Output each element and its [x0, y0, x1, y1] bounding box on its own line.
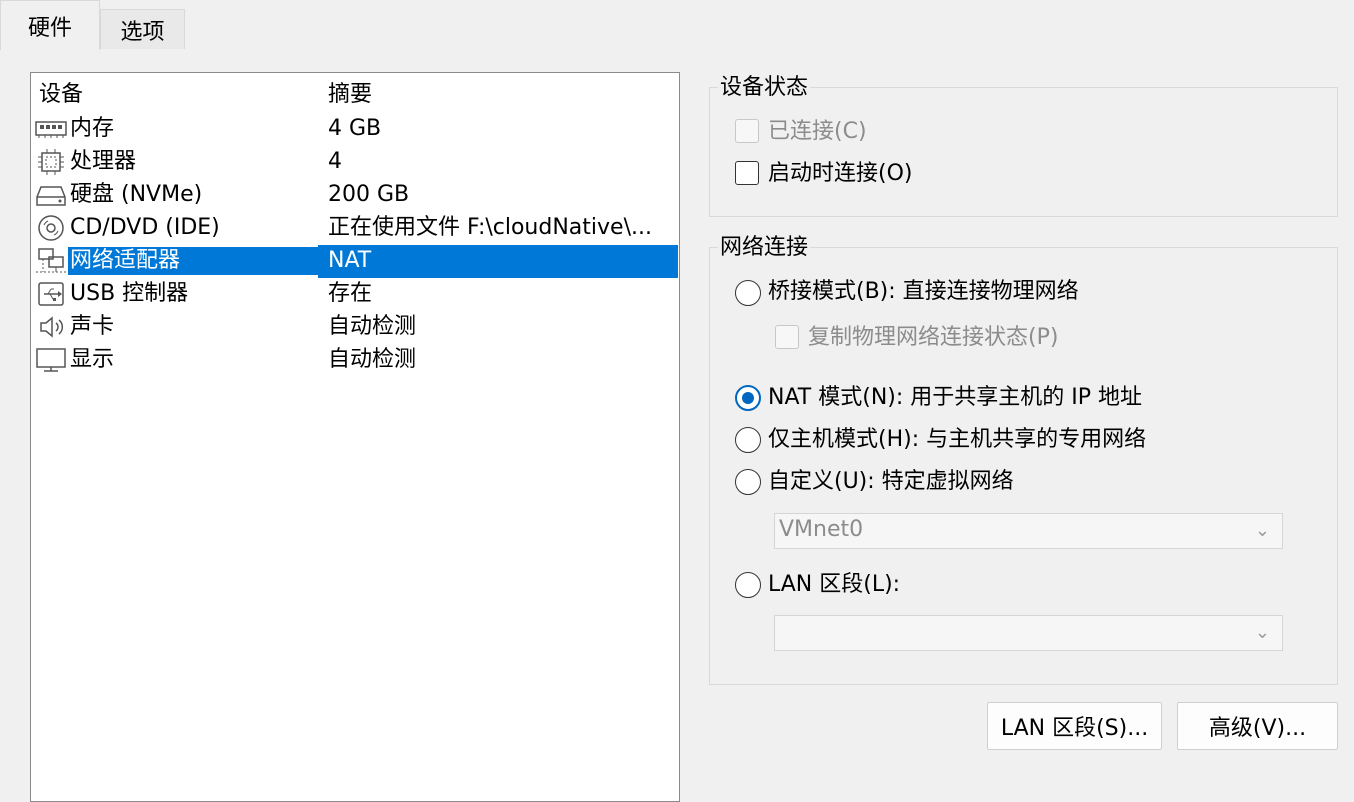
cd-dvd-icon: [35, 214, 67, 242]
device-name: 内存: [70, 116, 115, 141]
bridged-radio[interactable]: [735, 280, 761, 306]
custom-label: 自定义(U): 特定虚拟网络: [768, 469, 1014, 494]
device-name: 显示: [70, 347, 115, 372]
processor-icon: [35, 148, 67, 176]
device-summary: 存在: [328, 281, 373, 306]
device-summary: 自动检测: [328, 314, 417, 339]
harddisk-icon: [35, 181, 67, 209]
speaker-icon: [35, 313, 67, 341]
device-status-title: 设备状态: [718, 74, 811, 102]
device-summary: 自动检测: [328, 347, 417, 372]
advanced-button[interactable]: 高级(V)...: [1177, 702, 1338, 750]
device-name: 处理器: [70, 149, 137, 174]
connect-at-power-on-label: 启动时连接(O): [768, 161, 913, 186]
bridged-label: 桥接模式(B): 直接连接物理网络: [768, 279, 1079, 304]
lan-segments-button[interactable]: LAN 区段(S)...: [987, 702, 1162, 750]
column-header-summary[interactable]: 摘要: [328, 81, 372, 109]
device-name: 网络适配器: [68, 247, 320, 275]
device-summary: 4 GB: [328, 116, 382, 141]
device-name: CD/DVD (IDE): [70, 215, 220, 240]
device-summary: 正在使用文件 F:\cloudNative\...: [328, 215, 652, 240]
monitor-icon: [35, 346, 67, 374]
device-list[interactable]: 设备 摘要 内存 4 GB 处理器 4 硬盘 (NVMe) 200 GB CD/…: [30, 72, 680, 802]
network-connection-title: 网络连接: [718, 234, 811, 262]
custom-radio[interactable]: [735, 469, 761, 495]
chevron-down-icon: ⌄: [1254, 520, 1270, 541]
connected-label: 已连接(C): [768, 119, 867, 144]
device-row-display[interactable]: 显示 自动检测: [31, 344, 679, 377]
replicate-state-checkbox[interactable]: [775, 325, 799, 349]
lan-segment-label: LAN 区段(L):: [768, 572, 901, 597]
nat-radio[interactable]: [735, 385, 761, 411]
device-name: 硬盘 (NVMe): [70, 182, 203, 207]
host-only-label: 仅主机模式(H): 与主机共享的专用网络: [768, 427, 1147, 452]
device-summary: 4: [328, 149, 342, 174]
device-name: USB 控制器: [70, 281, 189, 306]
lan-segment-select[interactable]: ⌄: [774, 615, 1283, 651]
device-row-network-adapter[interactable]: 网络适配器 NAT: [31, 245, 679, 278]
lan-segment-radio[interactable]: [735, 572, 761, 598]
device-status-group: 设备状态: [709, 74, 1338, 217]
device-row-cd-dvd[interactable]: CD/DVD (IDE) 正在使用文件 F:\cloudNative\...: [31, 212, 679, 245]
connect-at-power-on-checkbox[interactable]: [735, 161, 759, 185]
device-row-sound[interactable]: 声卡 自动检测: [31, 311, 679, 344]
usb-icon: [35, 280, 67, 308]
column-header-device[interactable]: 设备: [39, 81, 83, 109]
nat-label: NAT 模式(N): 用于共享主机的 IP 地址: [768, 385, 1143, 410]
tab-options[interactable]: 选项: [100, 9, 185, 49]
host-only-radio[interactable]: [735, 427, 761, 453]
replicate-state-label: 复制物理网络连接状态(P): [808, 325, 1059, 350]
device-row-harddisk[interactable]: 硬盘 (NVMe) 200 GB: [31, 179, 679, 212]
device-row-processor[interactable]: 处理器 4: [31, 146, 679, 179]
connected-checkbox[interactable]: [735, 119, 759, 143]
custom-network-value: VMnet0: [779, 517, 864, 542]
device-summary: 200 GB: [328, 182, 410, 207]
tab-bar: 硬件 选项: [0, 0, 1354, 50]
device-row-memory[interactable]: 内存 4 GB: [31, 113, 679, 146]
tab-hardware[interactable]: 硬件: [0, 0, 100, 50]
chevron-down-icon: ⌄: [1254, 622, 1270, 643]
device-name: 声卡: [70, 314, 115, 339]
selection-highlight: [318, 245, 678, 278]
device-row-usb[interactable]: USB 控制器 存在: [31, 278, 679, 311]
custom-network-select[interactable]: VMnet0 ⌄: [774, 513, 1283, 549]
memory-icon: [35, 115, 67, 143]
device-summary: NAT: [328, 248, 372, 273]
device-list-header: 设备 摘要: [31, 79, 679, 112]
network-adapter-icon: [35, 247, 67, 275]
